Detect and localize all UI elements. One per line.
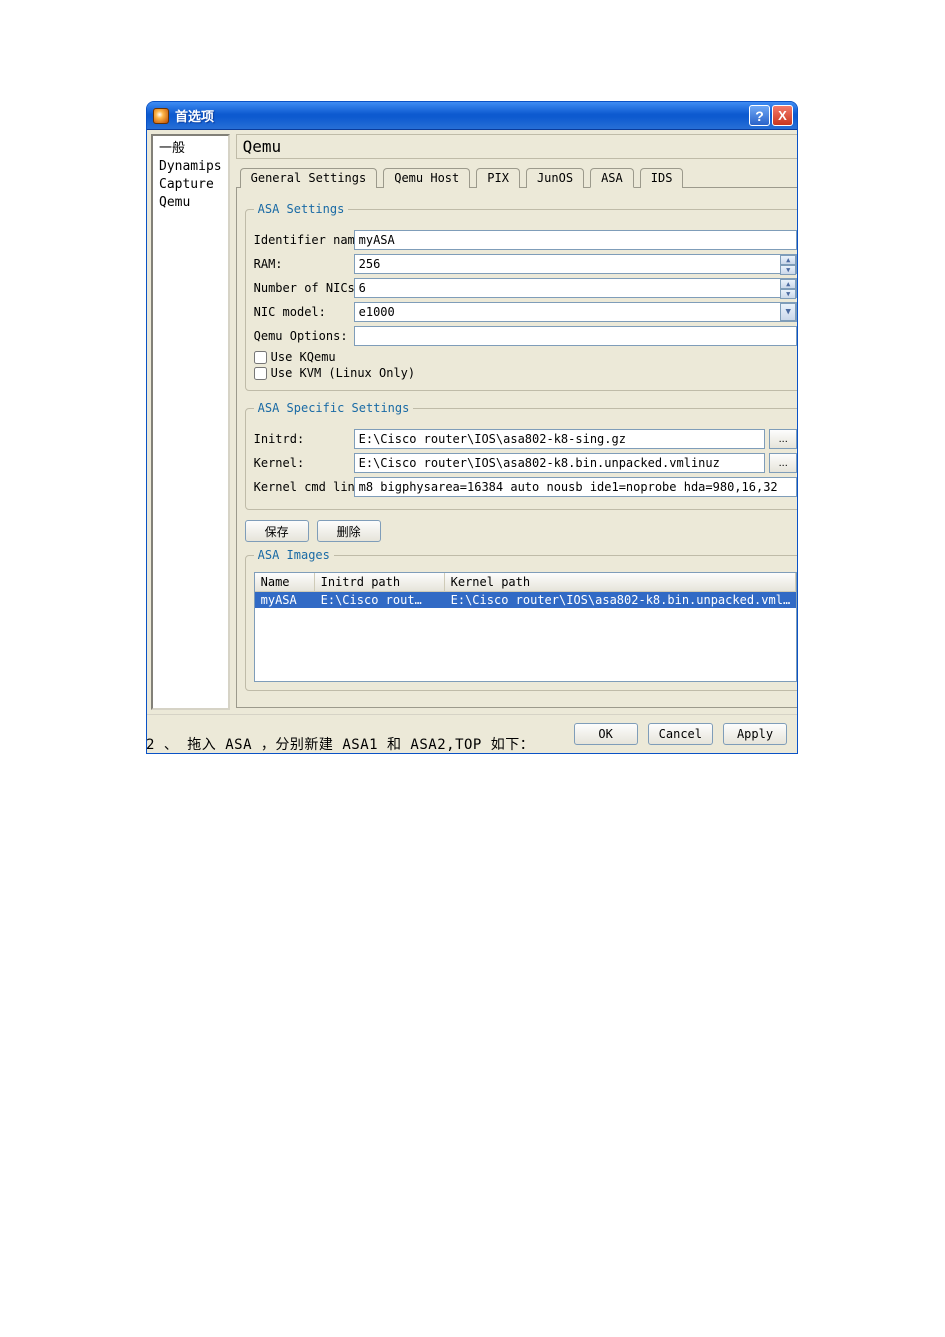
nic-model-select[interactable] [354,302,798,322]
cell-kernel: E:\Cisco router\IOS\asa802-k8.bin.unpack… [445,592,797,608]
titlebar[interactable]: 首选项 ? X [147,102,797,130]
initrd-browse-button[interactable]: ... [769,429,797,449]
asa-settings-group: ASA Settings Identifier name: RAM: ▲ [245,202,798,391]
window-title: 首选项 [175,106,747,125]
close-button[interactable]: X [772,105,793,126]
use-kqemu-checkbox[interactable] [254,351,267,364]
list-header: Name Initrd path Kernel path [255,573,797,592]
ram-input[interactable] [354,254,798,274]
tab-pix[interactable]: PIX [476,168,520,188]
category-sidebar: 一般 Dynamips Capture Qemu [151,134,230,710]
nics-spinner: ▲ ▼ [780,279,796,297]
sidebar-item-capture[interactable]: Capture [159,176,222,194]
kernel-input[interactable] [354,453,766,473]
qemu-tabs: General Settings Qemu Host PIX JunOS ASA… [236,163,798,187]
col-initrd[interactable]: Initrd path [315,573,445,591]
tab-general-settings[interactable]: General Settings [240,168,378,188]
nics-spin-up-icon[interactable]: ▲ [780,279,796,289]
kernel-browse-button[interactable]: ... [769,453,797,473]
use-kqemu-label: Use KQemu [271,350,336,364]
asa-images-group: ASA Images Name Initrd path Kernel path … [245,548,798,691]
col-kernel[interactable]: Kernel path [445,573,797,591]
nic-model-label: NIC model: [254,305,354,319]
panel-title: Qemu [236,134,798,159]
save-button[interactable]: 保存 [245,520,309,542]
ok-button[interactable]: OK [574,723,638,745]
nic-model-dropdown-icon[interactable]: ▼ [780,303,796,321]
asa-specific-legend: ASA Specific Settings [254,401,414,415]
delete-button[interactable]: 删除 [317,520,381,542]
initrd-label: Initrd: [254,432,354,446]
asa-images-list[interactable]: Name Initrd path Kernel path myASA E:\Ci… [254,572,798,682]
kernel-cmdline-input[interactable] [354,477,798,497]
use-kvm-label: Use KVM (Linux Only) [271,366,416,380]
sidebar-item-general[interactable]: 一般 [159,140,222,158]
use-kvm-checkbox[interactable] [254,367,267,380]
asa-settings-legend: ASA Settings [254,202,349,216]
apply-button[interactable]: Apply [723,723,787,745]
ram-spin-down-icon[interactable]: ▼ [780,265,796,275]
identifier-label: Identifier name: [254,233,354,247]
qemu-options-label: Qemu Options: [254,329,354,343]
tab-page-asa: ASA Settings Identifier name: RAM: ▲ [236,187,798,708]
tab-ids[interactable]: IDS [640,168,684,188]
identifier-input[interactable] [354,230,798,250]
caption-text: 2 、 拖入 ASA ，分别新建 ASA1 和 ASA2,TOP 如下： [146,734,534,754]
preferences-dialog: 首选项 ? X 一般 Dynamips Capture Qemu Qemu Ge… [146,101,798,754]
initrd-input[interactable] [354,429,766,449]
cell-name: myASA [255,592,315,608]
app-icon [153,108,169,124]
list-row[interactable]: myASA E:\Cisco rout… E:\Cisco router\IOS… [255,592,797,608]
asa-images-legend: ASA Images [254,548,334,562]
sidebar-item-qemu[interactable]: Qemu [159,194,222,212]
qemu-options-input[interactable] [354,326,798,346]
tab-qemu-host[interactable]: Qemu Host [383,168,470,188]
ram-label: RAM: [254,257,354,271]
nics-spin-down-icon[interactable]: ▼ [780,289,796,299]
kernel-cmdline-label: Kernel cmd line: [254,480,354,494]
tab-junos[interactable]: JunOS [526,168,584,188]
cancel-button[interactable]: Cancel [648,723,713,745]
help-button[interactable]: ? [749,105,770,126]
cell-initrd: E:\Cisco rout… [315,592,445,608]
sidebar-item-dynamips[interactable]: Dynamips [159,158,222,176]
ram-spinner: ▲ ▼ [780,255,796,273]
kernel-label: Kernel: [254,456,354,470]
nics-input[interactable] [354,278,798,298]
col-name[interactable]: Name [255,573,315,591]
asa-specific-group: ASA Specific Settings Initrd: ... Kernel… [245,401,798,510]
tab-asa[interactable]: ASA [590,168,634,188]
ram-spin-up-icon[interactable]: ▲ [780,255,796,265]
nics-label: Number of NICs: [254,281,354,295]
